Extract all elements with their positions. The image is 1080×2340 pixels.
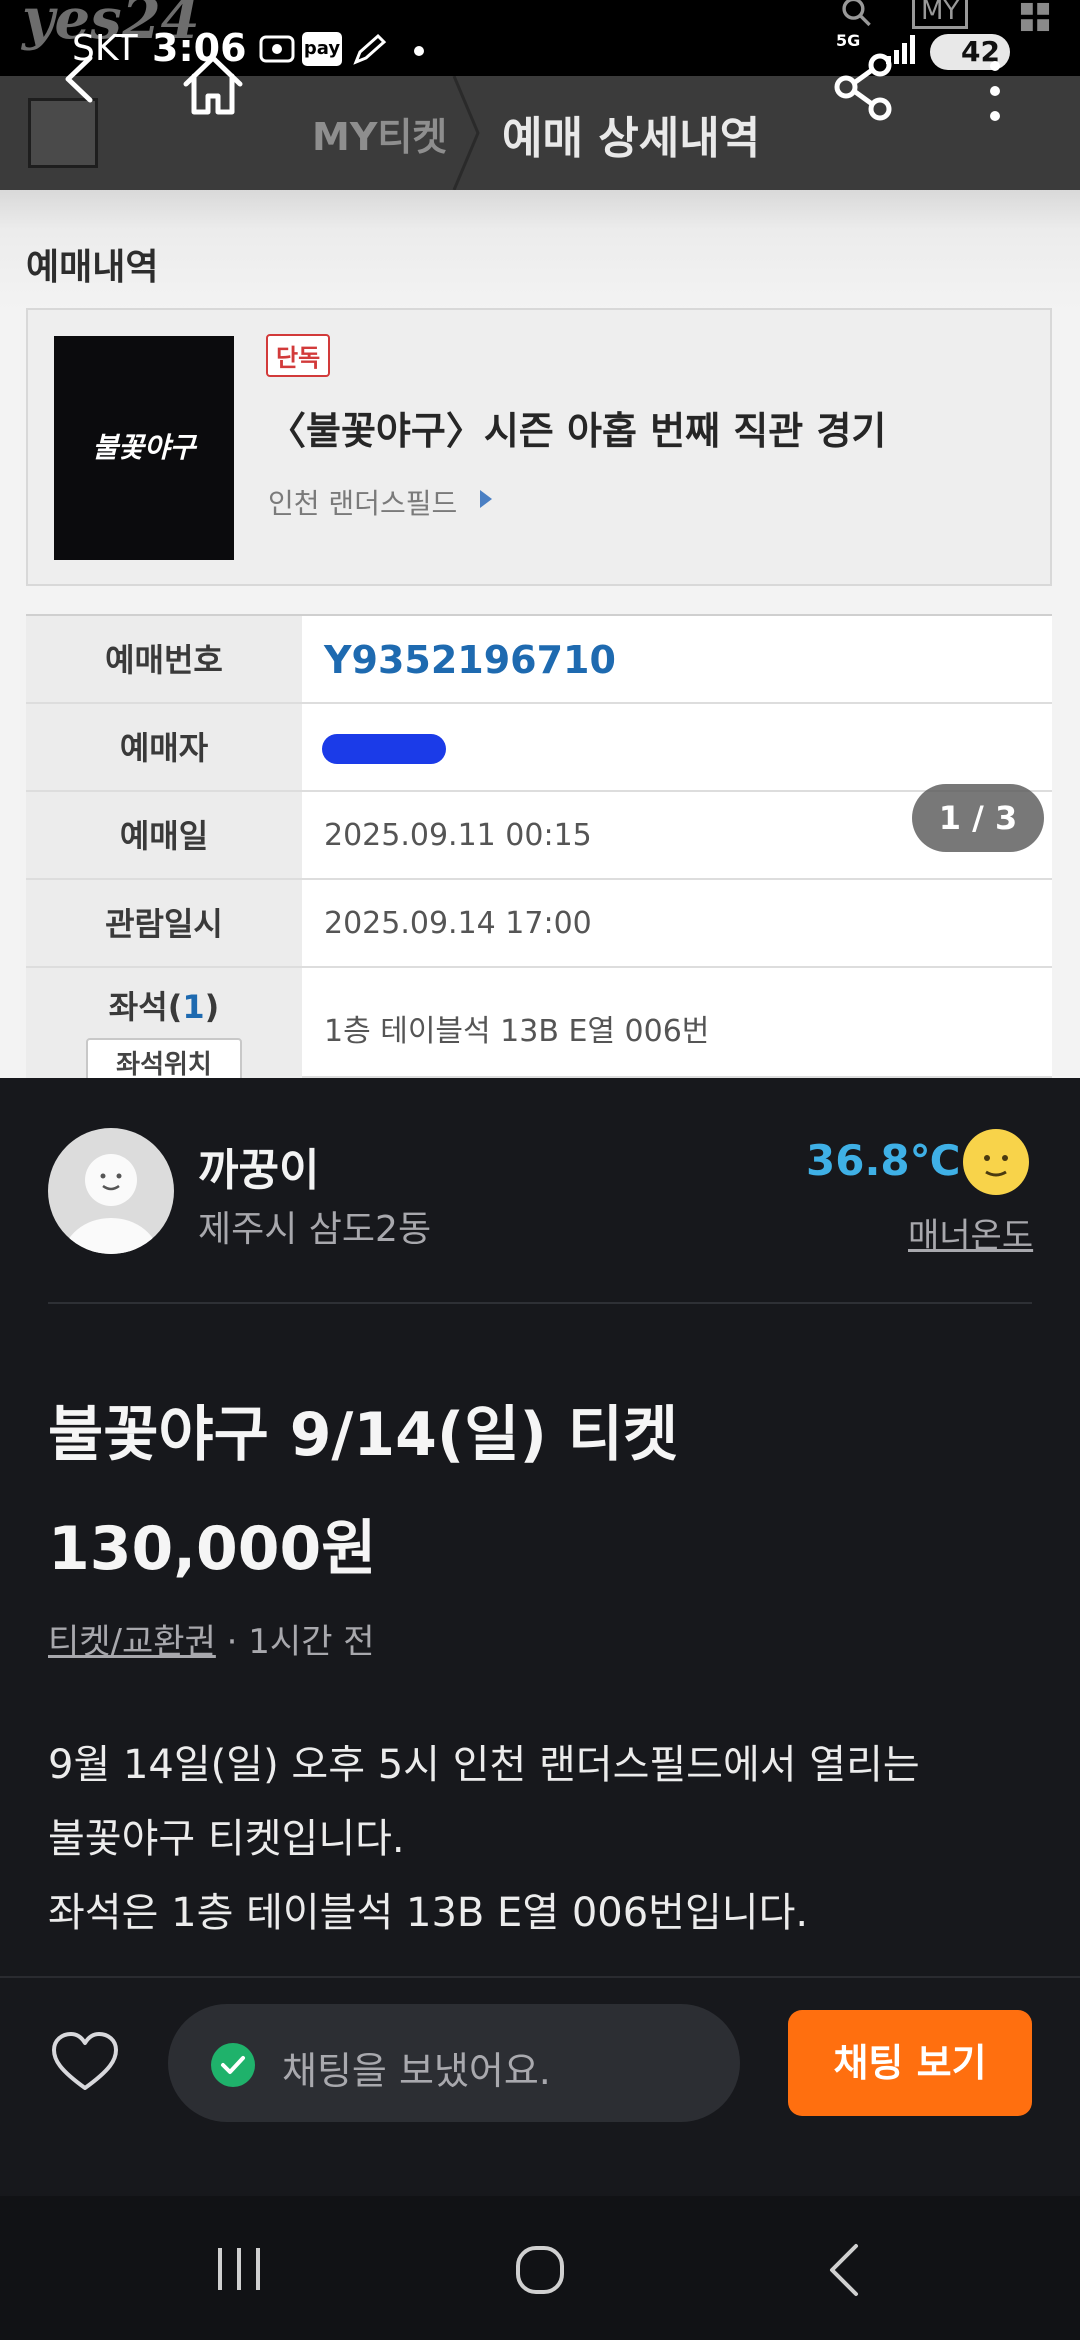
status-bar: yes24 SKT 3:06 pay MY 5G 42 bbox=[0, 0, 1080, 76]
viewing-datetime: 2025.09.14 17:00 bbox=[324, 906, 592, 941]
description-line: 좌석은 1층 테이블석 13B E열 006번입니다. bbox=[48, 1890, 809, 1936]
row-label: 예매번호 bbox=[26, 616, 302, 702]
notification-dot bbox=[414, 46, 424, 56]
price: 130,000원 bbox=[48, 1514, 377, 1584]
seat-value: 1층 테이블석 13B E열 006번 bbox=[324, 1014, 710, 1049]
home-icon[interactable] bbox=[178, 50, 248, 120]
seller-location: 제주시 삼도2동 bbox=[198, 1209, 432, 1250]
table-row: 좌석(1) 좌석위치 1층 테이블석 13B E열 006번 bbox=[26, 968, 1052, 1078]
share-icon[interactable] bbox=[832, 52, 896, 122]
divider bbox=[48, 1302, 1032, 1304]
time-ago: · 1시간 전 bbox=[226, 1622, 375, 1662]
table-row: 관람일시 2025.09.14 17:00 bbox=[26, 880, 1052, 968]
breadcrumb[interactable]: MY티켓 bbox=[312, 106, 447, 161]
breadcrumb-separator-icon bbox=[452, 76, 480, 190]
avatar[interactable] bbox=[48, 1128, 174, 1254]
venue-arrow-icon bbox=[480, 490, 492, 508]
event-poster: 불꽃야구 bbox=[54, 336, 234, 560]
manner-temperature-link[interactable]: 매너온도 bbox=[908, 1208, 1033, 1257]
section-title: 예매내역 bbox=[26, 247, 159, 288]
exclusive-badge: 단독 bbox=[266, 334, 331, 377]
screenshot-icon bbox=[259, 35, 295, 63]
image-pager: 1 / 3 bbox=[912, 784, 1044, 852]
reservation-number: Y9352196710 bbox=[324, 638, 616, 682]
pen-icon bbox=[353, 33, 387, 65]
ticket-screenshot[interactable]: yes24 SKT 3:06 pay MY 5G 42 MY티켓 예매 상세내역… bbox=[0, 0, 1080, 1078]
row-label: 관람일시 bbox=[26, 880, 302, 966]
row-label: 예매일 bbox=[26, 792, 302, 878]
default-avatar-icon bbox=[63, 1154, 159, 1254]
pay-icon: pay bbox=[302, 32, 342, 66]
seat-label: 좌석(1) bbox=[108, 988, 220, 1026]
search-icon bbox=[842, 0, 871, 27]
back-icon[interactable] bbox=[56, 54, 106, 104]
check-circle-icon bbox=[211, 2043, 255, 2087]
recents-icon[interactable] bbox=[214, 2246, 264, 2292]
page-title: 예매 상세내역 bbox=[502, 113, 761, 164]
category-link[interactable]: 티켓/교환권 bbox=[48, 1622, 216, 1662]
venue-link[interactable]: 인천 랜더스필드 bbox=[268, 482, 457, 522]
seat-count: 1 bbox=[182, 988, 205, 1026]
description-line: 불꽃야구 티켓입니다. bbox=[48, 1816, 405, 1862]
view-chat-button[interactable]: 채팅 보기 bbox=[788, 2010, 1032, 2116]
more-vertical-icon[interactable] bbox=[980, 58, 1010, 124]
booking-table: 예매번호 Y9352196710 예매자 예매일 2025.09.11 00:1… bbox=[26, 614, 1052, 1078]
seat-label-cell: 좌석(1) 좌석위치 bbox=[26, 968, 302, 1078]
back-button-box bbox=[28, 98, 98, 168]
my-tag: MY bbox=[912, 0, 969, 29]
booking-date: 2025.09.11 00:15 bbox=[324, 818, 592, 853]
event-card[interactable]: 불꽃야구 단독 〈불꽃야구〉시즌 아홉 번째 직관 경기 인천 랜더스필드 bbox=[26, 308, 1052, 586]
post-description: 9월 14일(일) 오후 5시 인천 랜더스필드에서 열리는 불꽃야구 티켓입니… bbox=[48, 1728, 1048, 1950]
smiley-icon bbox=[963, 1129, 1029, 1195]
grid-icon bbox=[1020, 2, 1050, 32]
toast-text: 채팅을 보냈어요. bbox=[282, 2049, 551, 2093]
redacted-name bbox=[322, 734, 446, 764]
description-line: 9월 14일(일) 오후 5시 인천 랜더스필드에서 열리는 bbox=[48, 1742, 920, 1788]
heart-icon[interactable] bbox=[50, 2030, 120, 2094]
seat-location-button[interactable]: 좌석위치 bbox=[86, 1038, 242, 1078]
row-label: 예매자 bbox=[26, 704, 302, 790]
manner-temperature: 36.8℃ bbox=[806, 1136, 961, 1185]
event-title: 〈불꽃야구〉시즌 아홉 번째 직관 경기 bbox=[268, 409, 887, 453]
app-bar: MY티켓 예매 상세내역 bbox=[0, 76, 1080, 190]
post-meta: 티켓/교환권 · 1시간 전 bbox=[48, 1614, 375, 1663]
post-title: 불꽃야구 9/14(일) 티켓 bbox=[48, 1400, 679, 1470]
table-row: 예매일 2025.09.11 00:15 bbox=[26, 792, 1052, 880]
home-circle-icon[interactable] bbox=[514, 2244, 566, 2296]
table-row: 예매자 bbox=[26, 704, 1052, 792]
seller-name[interactable]: 까꿍이 bbox=[198, 1134, 319, 1198]
nav-back-icon[interactable] bbox=[826, 2242, 860, 2298]
booking-detail: 예매내역 불꽃야구 단독 〈불꽃야구〉시즌 아홉 번째 직관 경기 인천 랜더스… bbox=[0, 190, 1080, 1078]
table-row: 예매번호 Y9352196710 bbox=[26, 616, 1052, 704]
